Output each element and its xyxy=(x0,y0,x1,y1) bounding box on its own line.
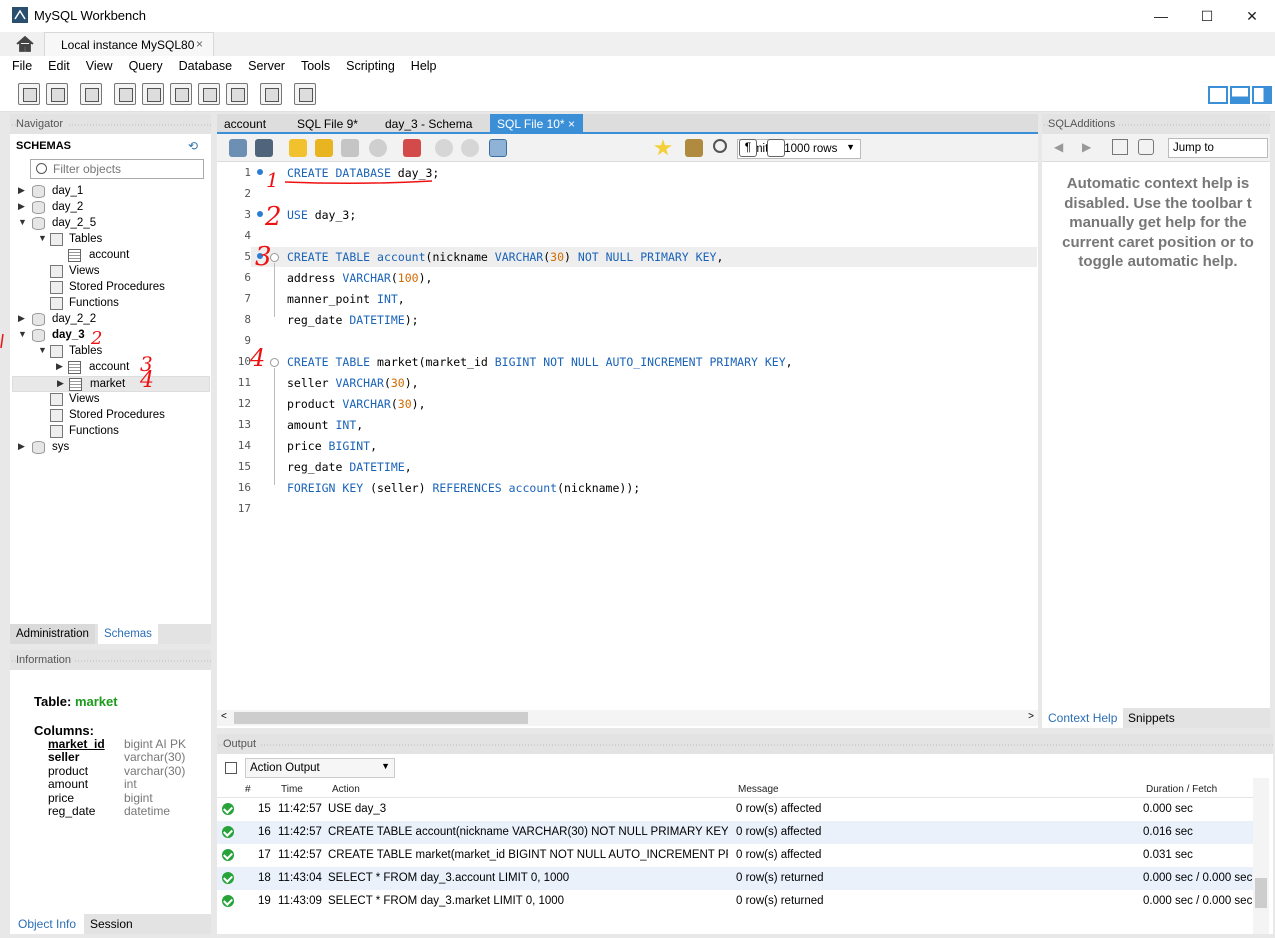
output-row[interactable]: 19 11:43:09 SELECT * FROM day_3.market LIM… xyxy=(217,890,1253,913)
success-icon xyxy=(222,849,234,861)
row-message: 0 row(s) returned xyxy=(736,872,824,884)
sql-additions-toolbar: ◀ ▶ Jump to xyxy=(1042,134,1270,162)
row-action: SELECT * FROM day_3.account LIMIT 0, 100… xyxy=(328,872,570,884)
row-message: 0 row(s) affected xyxy=(736,849,822,861)
row-time: 11:42:57 xyxy=(278,849,322,861)
annotation-number: 2 xyxy=(91,328,103,349)
row-number: 16 xyxy=(258,826,271,838)
row-action: USE day_3 xyxy=(328,803,387,815)
scroll-thumb[interactable] xyxy=(1255,878,1267,908)
row-number: 18 xyxy=(258,872,271,884)
row-time: 11:42:57 xyxy=(278,826,322,838)
annotation-number: 3 xyxy=(255,242,272,272)
jump-to-select[interactable]: Jump to xyxy=(1168,138,1268,158)
row-number: 15 xyxy=(258,803,271,815)
tab-snippets[interactable]: Snippets xyxy=(1122,708,1181,728)
column-header[interactable]: Time xyxy=(281,784,303,795)
editor-horizontal-scrollbar[interactable]: < > xyxy=(217,710,1038,726)
back-icon[interactable]: ◀ xyxy=(1054,140,1063,154)
output-type-select[interactable]: Action Output ▼ xyxy=(245,758,395,778)
row-time: 11:43:09 xyxy=(278,895,322,907)
output-panel: Output Action Output ▼ # Time Action Mess… xyxy=(217,734,1273,934)
row-duration: 0.016 sec xyxy=(1143,826,1193,838)
row-duration: 0.000 sec xyxy=(1143,803,1193,815)
column-header[interactable]: Action xyxy=(332,784,360,795)
forward-icon[interactable]: ▶ xyxy=(1082,140,1091,154)
scroll-left-icon[interactable]: < xyxy=(221,711,227,722)
row-time: 11:42:57 xyxy=(278,803,322,815)
annotation-number: 4 xyxy=(140,368,154,393)
success-icon xyxy=(222,803,234,815)
row-action: SELECT * FROM day_3.market LIMIT 0, 1000 xyxy=(328,895,565,907)
scroll-right-icon[interactable]: > xyxy=(1028,711,1034,722)
success-icon xyxy=(222,872,234,884)
row-duration: 0.000 sec / 0.000 sec xyxy=(1143,895,1253,907)
output-vertical-scrollbar[interactable] xyxy=(1253,778,1269,934)
output-row[interactable]: 15 11:42:57 USE day_3 0 row(s) affected 0.00… xyxy=(217,798,1253,821)
success-icon xyxy=(222,826,234,838)
row-number: 17 xyxy=(258,849,271,861)
output-row[interactable]: 18 11:43:04 SELECT * FROM day_3.account LI… xyxy=(217,867,1253,890)
manual-help-icon[interactable] xyxy=(1112,139,1128,155)
row-message: 0 row(s) returned xyxy=(736,895,824,907)
annotation-number: 4 xyxy=(250,344,266,372)
tab-context-help[interactable]: Context Help xyxy=(1042,708,1124,728)
scroll-thumb[interactable] xyxy=(234,712,528,724)
output-rows: 15 11:42:57 USE day_3 0 row(s) affected 0.00… xyxy=(217,798,1253,934)
sql-additions-panel: SQLAdditions ◀ ▶ Jump to Automatic conte… xyxy=(1042,114,1270,728)
row-message: 0 row(s) affected xyxy=(736,803,822,815)
auto-help-icon[interactable] xyxy=(1138,139,1154,155)
annotation-number: 1 xyxy=(266,168,279,192)
context-help-text: Automatic context help is disabled. Use … xyxy=(1062,175,1254,270)
row-time: 11:43:04 xyxy=(278,872,322,884)
copy-icon[interactable] xyxy=(225,762,237,774)
row-action: CREATE TABLE market(market_id BIGINT NOT… xyxy=(328,849,728,861)
sql-additions-header: SQLAdditions xyxy=(1042,114,1270,134)
row-duration: 0.000 sec / 0.000 sec xyxy=(1143,872,1253,884)
underline-mark xyxy=(284,180,433,185)
output-row[interactable]: 16 11:42:57 CREATE TABLE account(nickname … xyxy=(217,821,1253,844)
column-header[interactable]: Duration / Fetch xyxy=(1146,784,1217,795)
output-row[interactable]: 17 11:42:57 CREATE TABLE market(market_id … xyxy=(217,844,1253,867)
slash-mark xyxy=(0,333,4,349)
row-message: 0 row(s) affected xyxy=(736,826,822,838)
row-number: 19 xyxy=(258,895,271,907)
annotation-number: 2 xyxy=(265,202,282,232)
output-header: Output xyxy=(217,734,1273,754)
column-header[interactable]: # xyxy=(245,784,251,795)
column-header[interactable]: Message xyxy=(738,784,779,795)
row-duration: 0.031 sec xyxy=(1143,849,1193,861)
success-icon xyxy=(222,895,234,907)
sql-additions-tabs: Context Help Snippets xyxy=(1042,708,1270,728)
row-action: CREATE TABLE account(nickname VARCHAR(30… xyxy=(328,826,728,838)
